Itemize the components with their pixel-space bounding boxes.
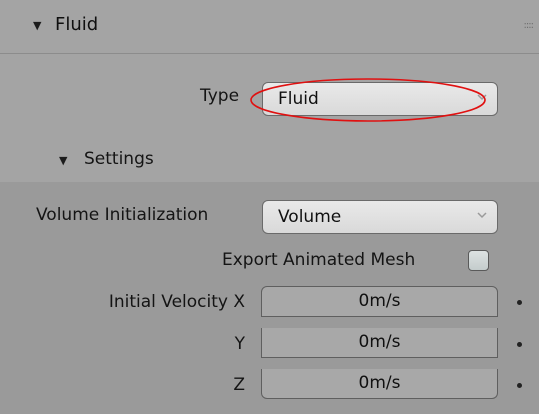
settings-section: Volume Initialization Volume Export Anim…	[0, 182, 539, 414]
keyframe-dot-icon[interactable]	[517, 342, 522, 347]
volume-initialization-dropdown[interactable]: Volume	[262, 200, 498, 234]
initial-velocity-x-field[interactable]: 0m/s	[261, 286, 498, 317]
initial-velocity-z-field[interactable]: 0m/s	[261, 369, 498, 399]
export-animated-mesh-checkbox[interactable]	[468, 250, 489, 271]
initial-velocity-x-label: Initial Velocity X	[108, 292, 245, 312]
volume-initialization-label: Volume Initialization	[36, 205, 209, 225]
initial-velocity-y-field[interactable]: 0m/s	[261, 328, 498, 358]
settings-subpanel-title: Settings	[84, 149, 154, 169]
export-animated-mesh-label: Export Animated Mesh	[222, 250, 416, 270]
panel-header[interactable]: ▼ Fluid ::::	[0, 0, 539, 54]
type-label: Type	[200, 86, 240, 106]
initial-velocity-z-label: Z	[233, 375, 245, 395]
initial-velocity-y-label: Y	[234, 334, 245, 354]
keyframe-dot-icon[interactable]	[517, 300, 522, 305]
collapse-triangle-icon[interactable]: ▼	[33, 19, 41, 32]
keyframe-dot-icon[interactable]	[517, 383, 522, 388]
type-dropdown[interactable]: Fluid	[262, 82, 498, 116]
chevron-down-icon	[477, 94, 487, 101]
drag-handle-icon[interactable]: ::::	[524, 20, 535, 31]
panel-title: Fluid	[55, 14, 99, 35]
chevron-down-icon	[477, 212, 487, 219]
type-section: Type Fluid ▼ Settings	[0, 54, 539, 182]
volume-initialization-value: Volume	[278, 207, 342, 227]
settings-collapse-triangle-icon[interactable]: ▼	[59, 154, 67, 167]
type-dropdown-value: Fluid	[278, 89, 319, 109]
